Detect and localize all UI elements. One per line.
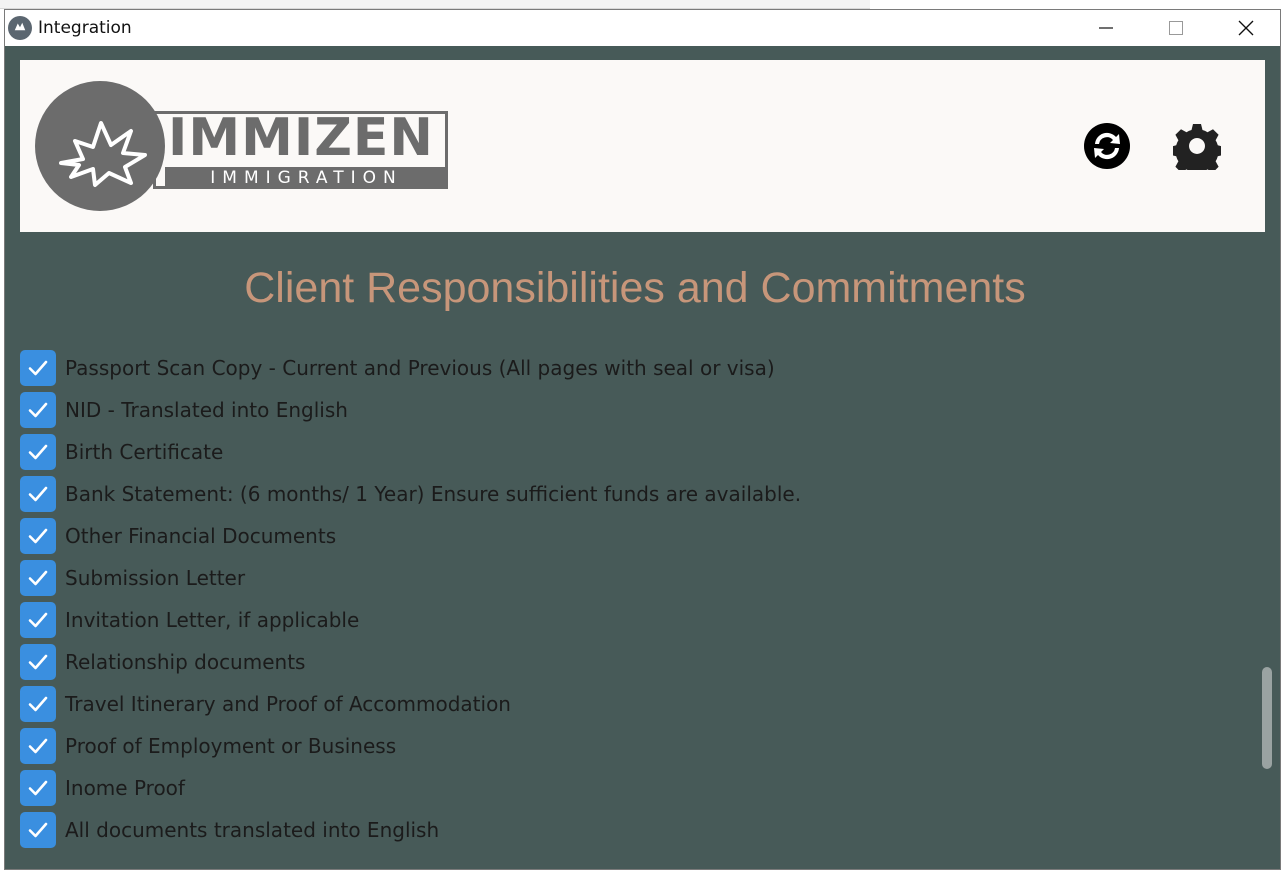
checklist-item: Relationship documents: [20, 641, 1220, 683]
vertical-scrollbar[interactable]: [1262, 667, 1272, 769]
page-heading: Client Responsibilities and Commitments: [244, 264, 1026, 312]
checklist-item-label: Relationship documents: [65, 650, 306, 674]
maximize-button[interactable]: [1141, 10, 1211, 46]
checklist-item-label: Proof of Employment or Business: [65, 734, 397, 758]
checkmark-icon: [28, 696, 48, 712]
app-icon: [8, 16, 32, 40]
checkmark-icon: [28, 780, 48, 796]
checkbox[interactable]: [20, 560, 56, 596]
header-banner: IMMIZEN IMMIGRATION: [20, 60, 1265, 232]
checkbox[interactable]: [20, 602, 56, 638]
close-icon: [1238, 20, 1254, 36]
checklist-item: Other Financial Documents: [20, 515, 1220, 557]
checkmark-icon: [28, 444, 48, 460]
checklist-item-label: Birth Certificate: [65, 440, 224, 464]
checkmark-icon: [28, 402, 48, 418]
checklist-item: All documents translated into English: [20, 809, 1220, 851]
checklist-item: Birth Certificate: [20, 431, 1220, 473]
checkbox[interactable]: [20, 518, 56, 554]
window-title: Integration: [38, 18, 132, 38]
company-logo: IMMIZEN IMMIGRATION: [35, 78, 455, 213]
checklist-item: Inome Proof: [20, 767, 1220, 809]
checkmark-icon: [28, 654, 48, 670]
checkbox[interactable]: [20, 434, 56, 470]
checklist-item-label: NID - Translated into English: [65, 398, 348, 422]
app-window: Integration IMMIZEN IMMIGRATION Client R…: [4, 9, 1281, 870]
document-checklist: Passport Scan Copy - Current and Previou…: [20, 347, 1220, 851]
checkmark-icon: [28, 738, 48, 754]
checkmark-icon: [28, 570, 48, 586]
logo-tagline: IMMIGRATION: [210, 168, 403, 188]
close-button[interactable]: [1211, 10, 1280, 46]
checklist-item-label: All documents translated into English: [65, 818, 440, 842]
checklist-item-label: Passport Scan Copy - Current and Previou…: [65, 356, 775, 380]
checklist-item: Bank Statement: (6 months/ 1 Year) Ensur…: [20, 473, 1220, 515]
checkbox[interactable]: [20, 686, 56, 722]
checklist-item: Proof of Employment or Business: [20, 725, 1220, 767]
checkmark-icon: [28, 822, 48, 838]
checkmark-icon: [28, 360, 48, 376]
background-toolbar: [0, 0, 870, 9]
minimize-icon: [1099, 27, 1113, 29]
gear-icon: [1173, 124, 1221, 170]
checkmark-icon: [28, 528, 48, 544]
checkbox[interactable]: [20, 392, 56, 428]
checkbox[interactable]: [20, 812, 56, 848]
checkmark-icon: [28, 612, 48, 628]
logo-name: IMMIZEN: [168, 108, 434, 168]
logo-emblem: [35, 81, 165, 211]
checklist-item: Travel Itinerary and Proof of Accommodat…: [20, 683, 1220, 725]
checklist-item-label: Travel Itinerary and Proof of Accommodat…: [65, 692, 511, 716]
sync-icon: [1084, 123, 1130, 169]
checklist-item-label: Inome Proof: [65, 776, 185, 800]
maximize-icon: [1169, 21, 1183, 35]
checkmark-icon: [28, 486, 48, 502]
checkbox[interactable]: [20, 728, 56, 764]
checkbox[interactable]: [20, 476, 56, 512]
checklist-item: Invitation Letter, if applicable: [20, 599, 1220, 641]
checklist-item: NID - Translated into English: [20, 389, 1220, 431]
checkbox[interactable]: [20, 350, 56, 386]
checklist-item-label: Invitation Letter, if applicable: [65, 608, 360, 632]
checklist-item: Passport Scan Copy - Current and Previou…: [20, 347, 1220, 389]
checkbox[interactable]: [20, 770, 56, 806]
title-bar: Integration: [5, 10, 1280, 46]
checkbox[interactable]: [20, 644, 56, 680]
checklist-item-label: Other Financial Documents: [65, 524, 337, 548]
checklist-item-label: Submission Letter: [65, 566, 246, 590]
minimize-button[interactable]: [1071, 10, 1141, 46]
settings-button[interactable]: [1173, 122, 1221, 170]
sync-button[interactable]: [1083, 122, 1131, 170]
checklist-item-label: Bank Statement: (6 months/ 1 Year) Ensur…: [65, 482, 802, 506]
checklist-item: Submission Letter: [20, 557, 1220, 599]
